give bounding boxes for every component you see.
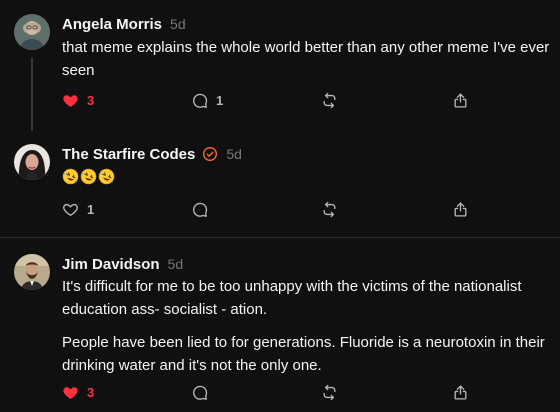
- comment-icon: [191, 384, 208, 401]
- author-name[interactable]: Angela Morris: [62, 16, 162, 33]
- share-icon: [452, 201, 469, 218]
- post-paragraph: It's difficult for me to be too unhappy …: [62, 278, 522, 318]
- post-time[interactable]: 5d: [226, 146, 242, 162]
- post-text: It's difficult for me to be too unhappy …: [62, 275, 552, 377]
- verified-badge-icon: [202, 146, 218, 162]
- comment-button[interactable]: 1: [191, 90, 223, 110]
- comment-button[interactable]: [191, 199, 208, 219]
- post-time[interactable]: 5d: [170, 16, 186, 32]
- rolling-laughing-emoji: [80, 168, 97, 185]
- share-icon: [452, 384, 469, 401]
- like-count: 1: [87, 201, 95, 217]
- comment-button[interactable]: [191, 382, 208, 402]
- post-paragraph: People have been lied to for generations…: [62, 334, 545, 374]
- avatar[interactable]: [14, 144, 50, 180]
- share-button[interactable]: [452, 199, 469, 219]
- reply-post-jim: Jim Davidson 5d It's difficult for me to…: [0, 238, 560, 412]
- post-actions: 3 1: [62, 90, 482, 110]
- heart-filled-icon: [62, 92, 79, 109]
- heart-outline-icon: [62, 201, 79, 218]
- repost-icon: [321, 92, 338, 109]
- share-button[interactable]: [452, 382, 469, 402]
- like-button[interactable]: 3: [62, 382, 94, 402]
- comment-count: 1: [216, 92, 224, 108]
- repost-button[interactable]: [321, 199, 338, 219]
- thread-line: [31, 58, 33, 131]
- reply-post-angela: Angela Morris 5d that meme explains the …: [0, 0, 560, 131]
- like-button[interactable]: 1: [62, 199, 94, 219]
- avatar[interactable]: [14, 254, 50, 290]
- post-actions: 1: [62, 199, 482, 219]
- post-text: [62, 166, 552, 189]
- post-time[interactable]: 5d: [168, 256, 184, 272]
- repost-icon: [321, 201, 338, 218]
- post-actions: 3: [62, 382, 482, 402]
- avatar[interactable]: [14, 14, 50, 50]
- like-count: 3: [87, 384, 95, 400]
- like-button[interactable]: 3: [62, 90, 94, 110]
- share-button[interactable]: [452, 90, 469, 110]
- author-name[interactable]: The Starfire Codes: [62, 146, 195, 163]
- repost-button[interactable]: [321, 90, 338, 110]
- comment-icon: [191, 92, 208, 109]
- reply-post-starfire: The Starfire Codes 5d 1: [0, 130, 560, 237]
- share-icon: [452, 92, 469, 109]
- rolling-laughing-emoji: [62, 168, 79, 185]
- post-text: that meme explains the whole world bette…: [62, 39, 550, 79]
- repost-button[interactable]: [321, 382, 338, 402]
- repost-icon: [321, 384, 338, 401]
- rolling-laughing-emoji: [98, 168, 115, 185]
- heart-filled-icon: [62, 384, 79, 401]
- like-count: 3: [87, 92, 95, 108]
- author-name[interactable]: Jim Davidson: [62, 256, 160, 273]
- comment-icon: [191, 201, 208, 218]
